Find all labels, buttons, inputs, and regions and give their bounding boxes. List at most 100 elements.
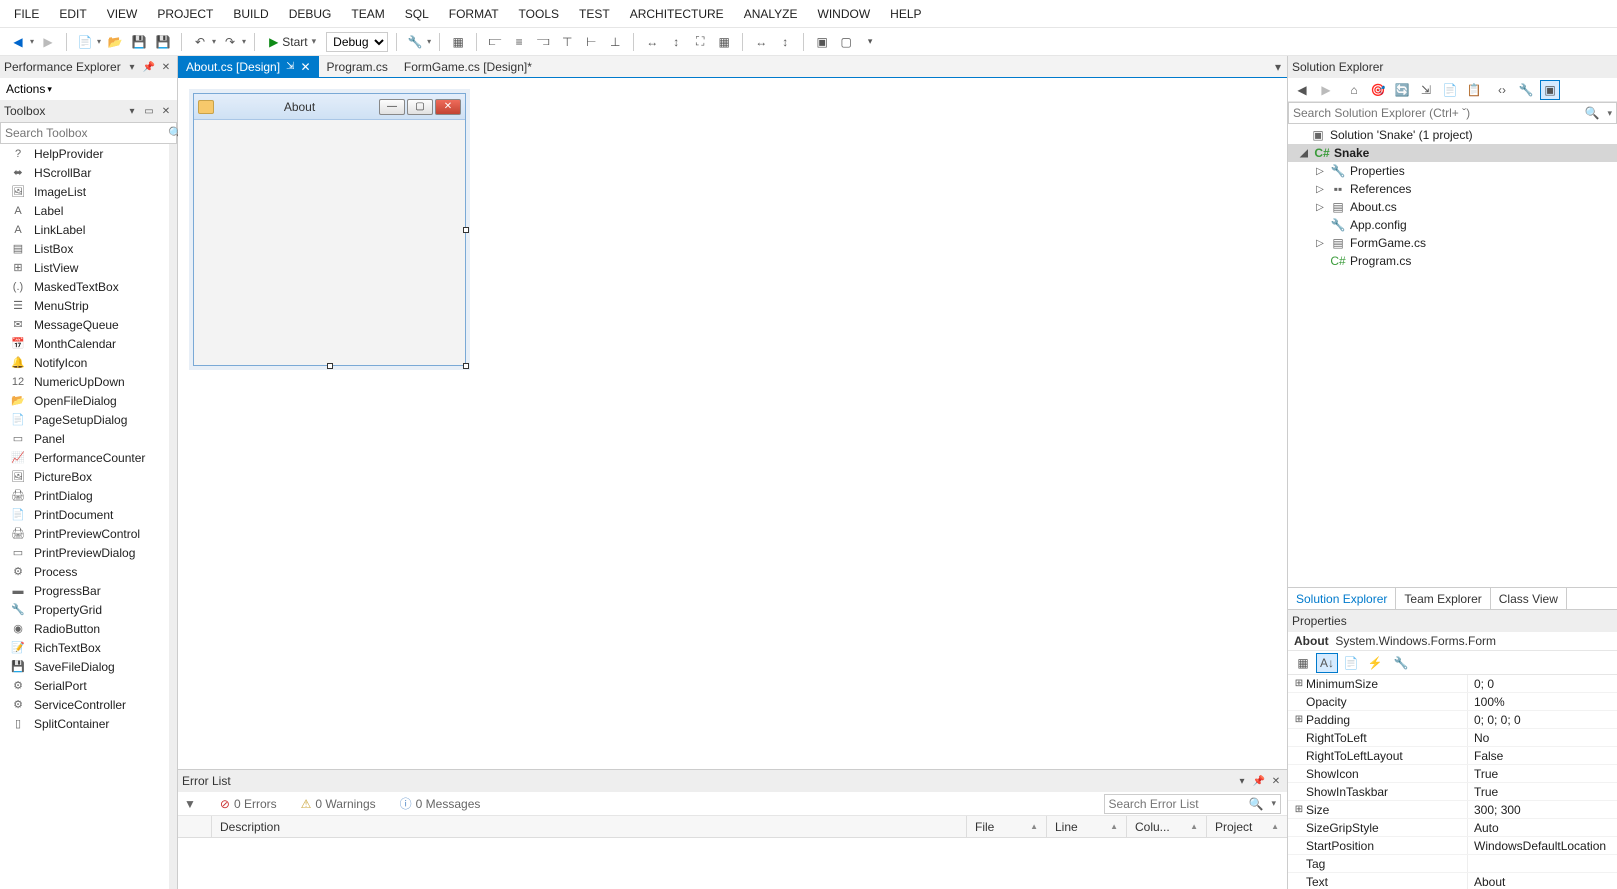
column-column[interactable]: Colu...▲	[1127, 816, 1207, 837]
dropdown-caret-icon[interactable]: ▾	[212, 37, 216, 46]
form-designer[interactable]: About — ▢ ✕	[178, 78, 1287, 769]
save-all-icon[interactable]: 💾	[153, 32, 173, 52]
property-value[interactable]: 100%	[1468, 693, 1617, 710]
bring-front-icon[interactable]: ▣	[812, 32, 832, 52]
tab-solution-explorer[interactable]: Solution Explorer	[1288, 588, 1396, 609]
properties-icon[interactable]: 🔧	[405, 32, 425, 52]
toolbox-item[interactable]: ALabel	[0, 201, 169, 220]
forward-icon[interactable]: ▶	[1316, 80, 1336, 100]
code-icon[interactable]: ‹›	[1492, 80, 1512, 100]
toolbox-item[interactable]: (.)MaskedTextBox	[0, 277, 169, 296]
menu-analyze[interactable]: ANALYZE	[734, 3, 808, 25]
resize-handle-se[interactable]	[463, 363, 469, 369]
tree-item-references[interactable]: ▷▪▪ References	[1288, 180, 1617, 198]
toolbox-item[interactable]: ALinkLabel	[0, 220, 169, 239]
toolbox-item[interactable]: 📄PageSetupDialog	[0, 410, 169, 429]
menu-test[interactable]: TEST	[569, 3, 620, 25]
expand-icon[interactable]: ⊞	[1292, 678, 1306, 689]
dropdown-caret-icon[interactable]: ▾	[427, 37, 431, 46]
close-icon[interactable]: ✕	[159, 60, 173, 74]
property-row[interactable]: ⊞Padding0; 0; 0; 0	[1288, 711, 1617, 729]
same-size-icon[interactable]: ⛶	[690, 32, 710, 52]
show-all-icon[interactable]: 📄	[1440, 80, 1460, 100]
preview-icon[interactable]: ▣	[1540, 80, 1560, 100]
properties-page-icon[interactable]: 📄	[1340, 653, 1362, 673]
same-height-icon[interactable]: ↕	[666, 32, 686, 52]
menu-tools[interactable]: TOOLS	[509, 3, 569, 25]
tab-class-view[interactable]: Class View	[1491, 588, 1567, 609]
tree-item-program[interactable]: C# Program.cs	[1288, 252, 1617, 270]
property-value[interactable]: Auto	[1468, 819, 1617, 836]
toolbox-item[interactable]: ⚙SerialPort	[0, 676, 169, 695]
column-description[interactable]: Description	[212, 816, 967, 837]
undo-icon[interactable]: ↶	[190, 32, 210, 52]
toolbox-search-input[interactable]	[1, 126, 164, 140]
filter-button[interactable]: ▼	[184, 797, 196, 811]
column-file[interactable]: File▲	[967, 816, 1047, 837]
menu-view[interactable]: VIEW	[97, 3, 148, 25]
toolbox-item[interactable]: 12NumericUpDown	[0, 372, 169, 391]
expand-icon[interactable]: ▷	[1314, 202, 1326, 213]
menu-file[interactable]: FILE	[4, 3, 49, 25]
toolbox-item[interactable]: 📂OpenFileDialog	[0, 391, 169, 410]
property-row[interactable]: TextAbout	[1288, 873, 1617, 889]
tab-program[interactable]: Program.cs	[319, 56, 396, 78]
property-value[interactable]: True	[1468, 765, 1617, 782]
toolbox-item[interactable]: ▯SplitContainer	[0, 714, 169, 733]
tab-team-explorer[interactable]: Team Explorer	[1396, 588, 1490, 609]
toolbox-item[interactable]: 🖨PrintDialog	[0, 486, 169, 505]
toolbox-item[interactable]: 🖨PrintPreviewControl	[0, 524, 169, 543]
home-icon[interactable]: ⌂	[1344, 80, 1364, 100]
back-icon[interactable]: ◀	[1292, 80, 1312, 100]
dropdown-caret-icon[interactable]: ▾	[1267, 798, 1280, 809]
resize-handle-s[interactable]	[327, 363, 333, 369]
dropdown-icon[interactable]: ▾	[1235, 774, 1249, 788]
pin-icon[interactable]: ⇲	[286, 61, 294, 72]
tree-item-properties[interactable]: ▷🔧 Properties	[1288, 162, 1617, 180]
property-row[interactable]: Opacity100%	[1288, 693, 1617, 711]
toolbox-item[interactable]: ▭PrintPreviewDialog	[0, 543, 169, 562]
refresh-icon[interactable]: 🔄	[1392, 80, 1412, 100]
events-icon[interactable]: ⚡	[1364, 653, 1386, 673]
menu-help[interactable]: HELP	[880, 3, 931, 25]
sync-icon[interactable]: 🎯	[1368, 80, 1388, 100]
dropdown-caret-icon[interactable]: ▾	[30, 37, 34, 46]
expand-icon[interactable]: ⊞	[1292, 714, 1306, 725]
size-to-grid-icon[interactable]: ▦	[714, 32, 734, 52]
project-node[interactable]: ◢ C# Snake	[1288, 144, 1617, 162]
align-right-icon[interactable]: ⫎	[533, 32, 553, 52]
property-value[interactable]: 0; 0	[1468, 675, 1617, 692]
tab-about-design[interactable]: About.cs [Design] ⇲ ✕	[178, 56, 319, 78]
property-row[interactable]: ShowIconTrue	[1288, 765, 1617, 783]
errors-filter[interactable]: ⊘ 0 Errors	[220, 797, 277, 811]
start-button[interactable]: ▶ Start ▾	[263, 32, 322, 52]
window-icon[interactable]: ▭	[142, 104, 156, 118]
align-middle-icon[interactable]: ⊢	[581, 32, 601, 52]
menu-project[interactable]: PROJECT	[147, 3, 223, 25]
toolbox-item[interactable]: 💾SaveFileDialog	[0, 657, 169, 676]
about-form[interactable]: About — ▢ ✕	[193, 93, 466, 366]
search-icon[interactable]: 🔍	[1245, 797, 1268, 811]
toolbox-item[interactable]: 📄PrintDocument	[0, 505, 169, 524]
copy-icon[interactable]: 📋	[1464, 80, 1484, 100]
vspace-equal-icon[interactable]: ↕	[775, 32, 795, 52]
search-icon[interactable]: 🔍	[1581, 106, 1604, 120]
property-value[interactable]: False	[1468, 747, 1617, 764]
dropdown-caret-icon[interactable]: ▾	[242, 37, 246, 46]
expand-icon[interactable]: ▷	[1314, 184, 1326, 195]
property-value[interactable]: About	[1468, 873, 1617, 889]
messages-filter[interactable]: ⓘ 0 Messages	[400, 795, 481, 812]
menu-edit[interactable]: EDIT	[49, 3, 96, 25]
collapse-icon[interactable]: ◢	[1298, 148, 1310, 159]
close-icon[interactable]: ✕	[159, 104, 173, 118]
menu-build[interactable]: BUILD	[223, 3, 278, 25]
dropdown-caret-icon[interactable]: ▾	[97, 37, 101, 46]
pin-icon[interactable]: 📌	[142, 60, 156, 74]
toolbox-item[interactable]: 📝RichTextBox	[0, 638, 169, 657]
toolbox-item[interactable]: 📅MonthCalendar	[0, 334, 169, 353]
property-value[interactable]: No	[1468, 729, 1617, 746]
close-icon[interactable]: ✕	[300, 60, 310, 74]
toolbox-item[interactable]: ▬ProgressBar	[0, 581, 169, 600]
pin-icon[interactable]: 📌	[1252, 774, 1266, 788]
menu-format[interactable]: FORMAT	[439, 3, 509, 25]
